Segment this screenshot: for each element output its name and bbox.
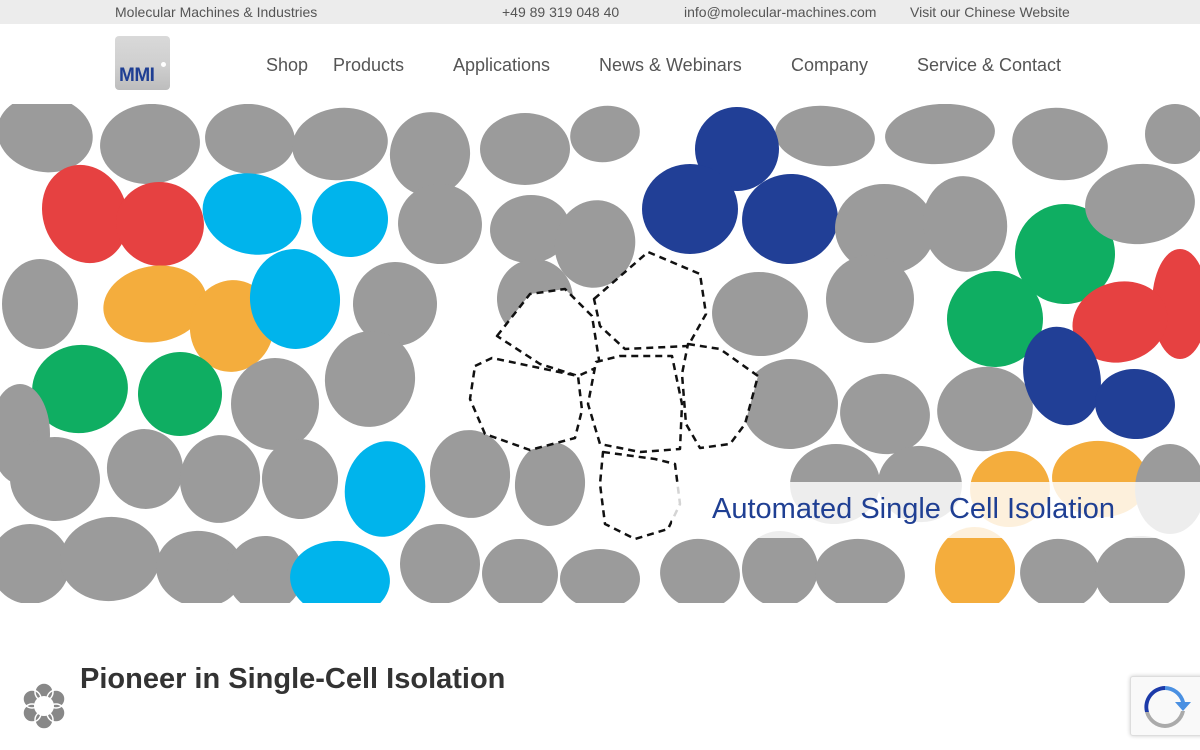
mosaic-cell-grey <box>742 358 838 450</box>
logo-text: MMI <box>119 65 155 86</box>
nav-item-news-webinars[interactable]: News & Webinars <box>599 55 742 76</box>
isolated-cell-outline <box>680 342 760 450</box>
mosaic-cell-grey <box>570 105 640 163</box>
mosaic-cell-grey <box>400 524 480 603</box>
phone-link[interactable]: +49 89 319 048 40 <box>502 4 619 20</box>
mosaic-cell-grey <box>1020 538 1100 603</box>
isolated-cell-outline <box>598 450 682 541</box>
mosaic-cell-grey <box>937 366 1033 452</box>
hero-banner: Automated Single Cell Isolation <box>0 104 1200 603</box>
mosaic-cell-grey <box>775 105 875 167</box>
mosaic-cell-grey <box>712 271 808 357</box>
mosaic-cell-grey <box>1145 104 1200 164</box>
mosaic-cell-grey <box>100 104 200 185</box>
mosaic-cell-red <box>116 181 204 267</box>
mosaic-cell-grey <box>60 516 160 602</box>
email-link[interactable]: info@molecular-machines.com <box>684 4 876 20</box>
nav-item-service-contact[interactable]: Service & Contact <box>917 55 1061 76</box>
nav-item-products[interactable]: Products <box>333 55 404 76</box>
isolated-cell-outline <box>586 354 684 454</box>
mosaic-cell-grey <box>292 107 388 181</box>
nav-item-shop[interactable]: Shop <box>266 55 308 76</box>
nav-item-company[interactable]: Company <box>791 55 868 76</box>
section-title: Pioneer in Single-Cell Isolation <box>80 663 506 695</box>
mosaic-cell-grey <box>742 531 818 603</box>
mosaic-cell-grey <box>205 104 295 175</box>
mosaic-cell-grey <box>660 538 740 603</box>
mosaic-cell-grey <box>885 104 995 165</box>
mosaic-cell-grey <box>0 524 70 603</box>
mosaic-cell-navy <box>642 164 738 254</box>
hero-caption-text: Automated Single Cell Isolation <box>712 493 1116 525</box>
top-utility-bar: Molecular Machines & Industries +49 89 3… <box>0 0 1200 24</box>
logo-dot-icon <box>161 62 166 67</box>
mosaic-cell-grey <box>2 259 78 349</box>
mosaic-cell-grey <box>482 538 558 603</box>
mosaic-cell-grey <box>560 549 640 603</box>
chinese-website-link[interactable]: Visit our Chinese Website <box>910 4 1070 20</box>
mosaic-cell-cyan <box>344 441 426 537</box>
mosaic-cell-grey <box>1095 535 1185 603</box>
mosaic-cell-grey <box>398 183 482 265</box>
recaptcha-icon[interactable] <box>1130 676 1200 736</box>
mosaic-cell-grey <box>922 176 1008 272</box>
mmi-logo[interactable]: MMI <box>115 36 170 90</box>
mosaic-cell-navy <box>1095 368 1175 440</box>
mosaic-cell-grey <box>514 442 586 526</box>
mosaic-cell-grey <box>231 358 319 450</box>
main-header: MMI Shop Products Applications News & We… <box>0 24 1200 104</box>
mosaic-cell-grey <box>179 435 261 523</box>
mosaic-cell-grey <box>1012 107 1108 181</box>
nav-item-applications[interactable]: Applications <box>453 55 550 76</box>
mosaic-cell-grey <box>106 429 184 509</box>
mosaic-cell-grey <box>480 113 570 185</box>
hero-caption-box: Automated Single Cell Isolation <box>672 482 1200 538</box>
company-name-text: Molecular Machines & Industries <box>115 4 318 20</box>
mosaic-cell-cyan <box>312 181 388 257</box>
mosaic-cell-grey <box>815 538 905 603</box>
mosaic-cell-cyan <box>290 540 390 603</box>
cookie-settings-icon[interactable] <box>20 682 68 730</box>
